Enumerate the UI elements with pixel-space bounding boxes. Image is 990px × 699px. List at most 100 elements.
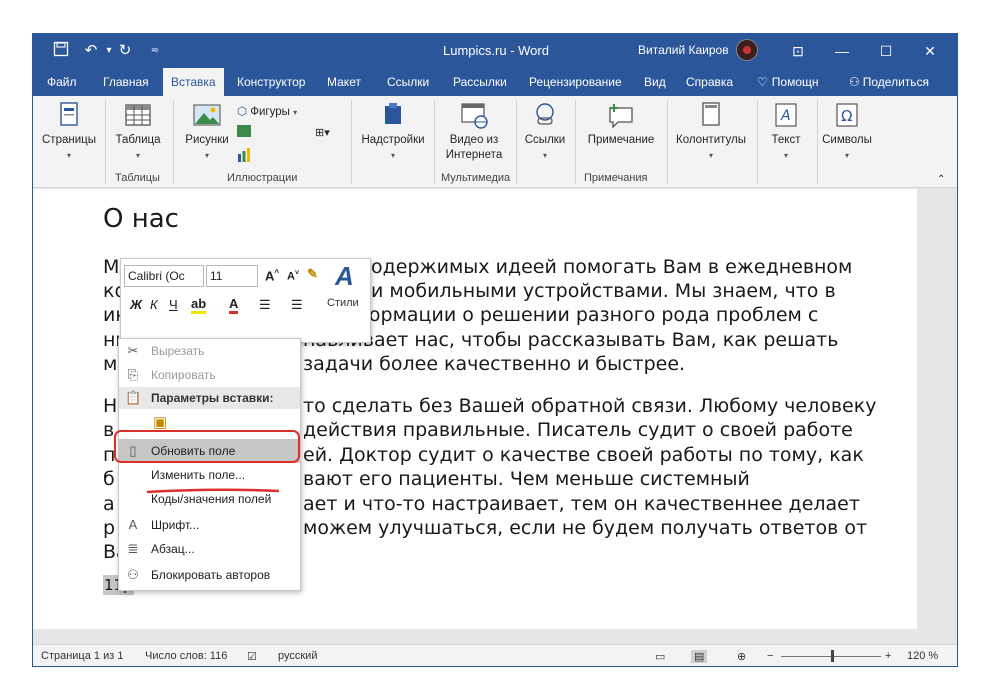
ribbon: Страницы ▾ Таблица ▾ Таблицы Рисунки ▾ ⬡…: [33, 96, 957, 188]
doc-line-fragment: ает и что-то настраивает, тем он качеств…: [303, 493, 860, 515]
doc-line: б: [103, 468, 115, 490]
menu-paragraph[interactable]: ≣ Абзац...: [119, 537, 300, 561]
menu-copy[interactable]: ⎘ Копировать: [119, 363, 300, 387]
doc-line: М: [103, 256, 120, 278]
minimize-icon[interactable]: —: [819, 34, 865, 68]
shapes-icon: ⬡: [237, 106, 248, 118]
svg-text:A: A: [780, 108, 791, 124]
customize-toolbar-icon[interactable]: ≂: [145, 41, 165, 61]
underline-button[interactable]: Ч: [169, 297, 178, 312]
print-layout-icon[interactable]: ▤: [691, 650, 708, 663]
language[interactable]: русский: [278, 650, 317, 662]
header-footer-label: Колонтитулы: [676, 134, 746, 146]
shapes-dropdown-icon: ▾: [293, 108, 298, 117]
text-button[interactable]: A Текст ▾: [761, 100, 811, 163]
tab-help[interactable]: Справка: [678, 68, 741, 96]
header-footer-button[interactable]: Колонтитулы ▾: [671, 100, 751, 163]
tab-layout[interactable]: Макет: [319, 68, 369, 96]
screenshot-icon[interactable]: ⊞▾: [315, 126, 330, 139]
tell-me-button[interactable]: ♡ Помощн: [749, 68, 827, 96]
links-button[interactable]: Ссылки ▾: [520, 100, 570, 163]
table-button[interactable]: Таблица ▾: [111, 100, 165, 163]
font-name-box[interactable]: Calibri (Ос: [124, 265, 204, 287]
font-color-icon[interactable]: A: [229, 296, 239, 314]
paste-icon: 📋: [125, 390, 142, 405]
avatar[interactable]: [736, 39, 758, 61]
font-size-value: 11: [210, 269, 223, 283]
doc-line-fragment: одержимых идеей помогать Вам в ежедневно…: [371, 256, 853, 278]
ribbon-separator: [516, 100, 517, 184]
redo-icon[interactable]: ↻: [115, 41, 135, 61]
bullets-icon[interactable]: ☰: [259, 297, 271, 313]
vertical-scrollbar[interactable]: [933, 189, 945, 629]
tab-insert[interactable]: Вставка: [163, 68, 224, 96]
pictures-label: Рисунки: [185, 134, 229, 146]
links-dropdown-icon: ▾: [542, 151, 547, 160]
doc-line: а: [103, 493, 115, 515]
tab-file[interactable]: Файл: [39, 68, 85, 96]
proofing-icon[interactable]: ☑: [247, 650, 257, 663]
tab-design[interactable]: Конструктор: [229, 68, 313, 96]
bold-button[interactable]: Ж: [130, 297, 142, 312]
undo-icon[interactable]: ↶: [81, 41, 101, 61]
save-icon[interactable]: [51, 41, 71, 61]
ribbon-display-icon[interactable]: ⊡: [775, 34, 821, 68]
page-count[interactable]: Страница 1 из 1: [41, 650, 123, 662]
numbering-icon[interactable]: ☰: [291, 297, 303, 313]
share-label: Поделиться: [862, 75, 930, 89]
font-icon: A: [128, 517, 138, 532]
styles-icon[interactable]: A: [335, 261, 354, 292]
word-count[interactable]: Число слов: 116: [145, 650, 227, 662]
symbols-button[interactable]: Ω Символы ▾: [819, 100, 875, 163]
tab-review[interactable]: Рецензирование: [521, 68, 630, 96]
read-mode-icon[interactable]: ▭: [655, 650, 665, 663]
zoom-out-icon[interactable]: −: [767, 650, 773, 662]
zoom-in-icon[interactable]: +: [885, 650, 891, 662]
comment-button[interactable]: Примечание: [581, 100, 661, 148]
shapes-button[interactable]: ⬡ Фигуры ▾: [237, 104, 297, 118]
online-video-button[interactable]: Видео из Интернета: [439, 100, 509, 163]
doc-line-fragment: то сделать без Вашей обратной связи. Люб…: [303, 395, 877, 417]
pictures-button[interactable]: Рисунки ▾: [179, 100, 235, 163]
context-menu: ✂ Вырезать ⎘ Копировать 📋 Параметры вставки…: [118, 338, 301, 591]
menu-block-authors-label: Блокировать авторов: [151, 568, 271, 582]
tab-home[interactable]: Главная: [95, 68, 157, 96]
menu-edit-field-label: Изменить поле...: [151, 468, 246, 482]
menu-toggle-field-codes-label: Коды/значения полей: [151, 492, 272, 506]
tab-references[interactable]: Ссылки: [379, 68, 437, 96]
menu-font-label: Шрифт...: [151, 518, 200, 532]
grow-font-icon[interactable]: A^: [265, 268, 279, 283]
menu-cut[interactable]: ✂ Вырезать: [119, 339, 300, 363]
styles-label[interactable]: Стили: [327, 297, 359, 309]
collapse-ribbon-icon[interactable]: ⌃: [937, 174, 945, 185]
shrink-font-icon[interactable]: A˅: [287, 270, 299, 283]
pictures-dropdown-icon: ▾: [204, 151, 209, 160]
pages-button[interactable]: Страницы ▾: [39, 100, 99, 163]
user-name[interactable]: Виталий Каиров: [638, 43, 729, 57]
menu-font[interactable]: A Шрифт...: [119, 513, 300, 537]
scissors-icon: ✂: [127, 343, 139, 358]
doc-line-fragment: задачи более качественно и быстрее.: [303, 353, 686, 375]
highlight-icon[interactable]: ab: [191, 296, 207, 314]
zoom-slider-thumb[interactable]: [831, 650, 834, 662]
doc-line: в: [103, 419, 115, 441]
menu-block-authors[interactable]: ⚇ Блокировать авторов: [119, 563, 300, 587]
tell-me-label: Помощн: [771, 75, 819, 89]
symbols-label: Символы: [822, 134, 872, 146]
tab-view[interactable]: Вид: [636, 68, 674, 96]
italic-button[interactable]: К: [150, 297, 158, 312]
font-size-box[interactable]: 11: [206, 265, 258, 287]
tab-mailings[interactable]: Рассылки: [445, 68, 515, 96]
format-painter-icon[interactable]: ✎: [307, 266, 318, 282]
maximize-icon[interactable]: ☐: [863, 34, 909, 68]
web-layout-icon[interactable]: ⊕: [737, 650, 746, 663]
zoom-level[interactable]: 120 %: [907, 650, 938, 662]
menu-edit-field[interactable]: Изменить поле...: [119, 463, 300, 487]
close-icon[interactable]: ✕: [907, 34, 953, 68]
underline-annotation: [146, 488, 280, 494]
icons-icon[interactable]: [237, 125, 251, 137]
addins-button[interactable]: Надстройки ▾: [358, 100, 428, 163]
share-button[interactable]: ⚇ Поделиться: [841, 68, 937, 96]
smartart-icon[interactable]: [237, 148, 251, 162]
ribbon-separator: [434, 100, 435, 184]
